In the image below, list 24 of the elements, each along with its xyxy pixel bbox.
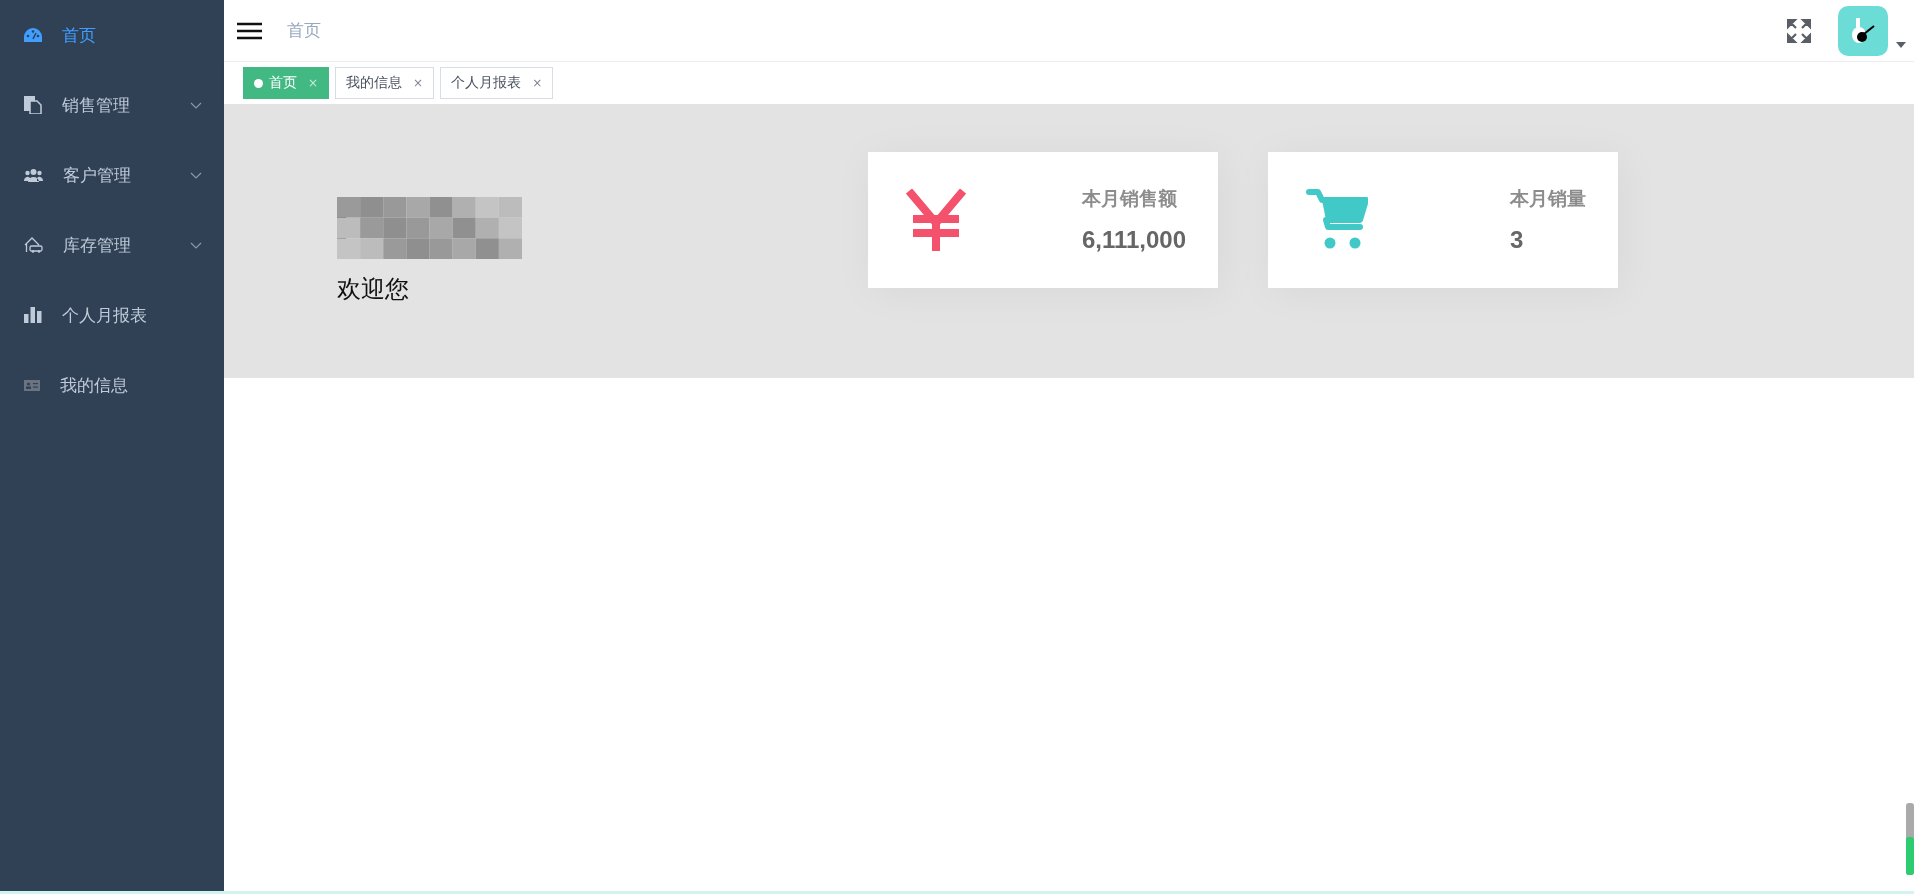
sidebar-item[interactable]: 客户管理 <box>0 140 224 210</box>
sidebar-item[interactable]: 销售管理 <box>0 70 224 140</box>
sidebar-item[interactable]: 库存管理 <box>0 210 224 280</box>
page-tab[interactable]: 个人月报表 × <box>440 67 554 99</box>
id-card-icon <box>24 379 40 391</box>
stat-label: 本月销售额 <box>1081 187 1178 211</box>
users-icon <box>24 168 43 182</box>
sidebar-item[interactable]: 首页 <box>0 0 224 70</box>
caret-icon[interactable] <box>1896 41 1906 48</box>
documents-icon <box>24 96 42 114</box>
greeting: 欢迎您 <box>337 274 410 305</box>
menu-icon[interactable] <box>237 21 262 40</box>
avatar[interactable] <box>1838 5 1888 56</box>
stat-value: 3 <box>1510 226 1525 254</box>
house-car-icon <box>24 237 43 253</box>
fullscreen-icon[interactable] <box>1787 18 1811 43</box>
dashboard-icon <box>24 28 42 42</box>
page-tab[interactable]: 我的信息 × <box>335 67 435 99</box>
sidebar-item[interactable]: 个人月报表 <box>0 280 224 350</box>
stat-label: 本月销量 <box>1510 187 1586 211</box>
sidebar-item[interactable]: 我的信息 <box>0 350 224 420</box>
stat-value: 6,111,000 <box>1081 226 1186 254</box>
level-widget-icon <box>1906 803 1914 875</box>
bar-chart-icon <box>24 307 42 323</box>
